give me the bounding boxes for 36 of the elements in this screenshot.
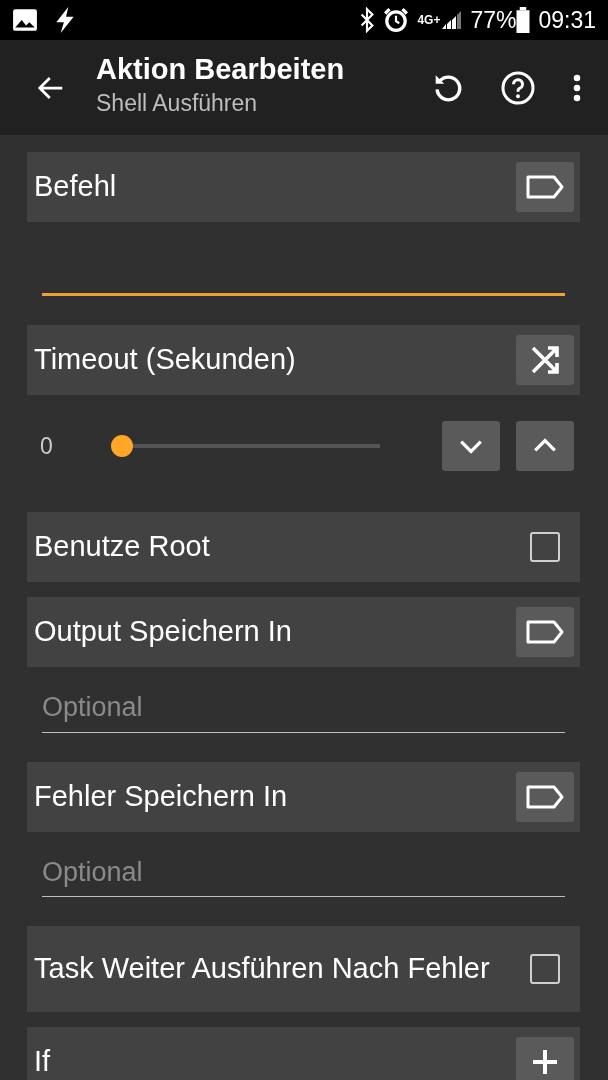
variable-button[interactable] bbox=[516, 162, 574, 212]
tag-icon[interactable] bbox=[525, 174, 565, 200]
network-label: 4G+ bbox=[417, 12, 441, 29]
clock-time: 09:31 bbox=[538, 5, 596, 35]
slider-thumb[interactable] bbox=[111, 435, 133, 457]
picture-icon bbox=[12, 8, 38, 32]
bluetooth-icon bbox=[359, 7, 376, 33]
tag-icon[interactable] bbox=[525, 619, 565, 645]
signal-icon bbox=[440, 9, 463, 31]
parameter-label: Fehler Speichern In bbox=[34, 780, 289, 813]
variable-button[interactable] bbox=[516, 607, 574, 657]
variable-button[interactable] bbox=[516, 771, 574, 822]
toolbar-title: Aktion Bearbeiten bbox=[96, 54, 346, 87]
parameter-label: Befehl bbox=[34, 171, 118, 203]
parameter-label: If bbox=[34, 1046, 52, 1078]
toolbar-subtitle: Shell Ausführen bbox=[96, 89, 259, 119]
decrease-button[interactable] bbox=[442, 421, 500, 471]
add-button[interactable] bbox=[516, 1037, 574, 1080]
help-icon[interactable] bbox=[500, 69, 536, 106]
alarm-icon bbox=[383, 7, 410, 33]
battery-icon bbox=[516, 7, 531, 33]
parameter-label: Output Speichern In bbox=[34, 616, 293, 648]
parameter-label: Task Weiter Ausführen Nach Fehler bbox=[34, 953, 491, 985]
battery-percentage: 77% bbox=[470, 5, 517, 35]
checkbox[interactable] bbox=[530, 532, 560, 562]
slider-value: 0 bbox=[40, 431, 54, 461]
bolt-icon bbox=[54, 7, 76, 33]
randomize-button[interactable] bbox=[516, 335, 574, 385]
checkbox[interactable] bbox=[530, 954, 560, 984]
more-icon[interactable] bbox=[572, 72, 582, 103]
input-field[interactable]: Optional bbox=[42, 685, 565, 733]
parameter-label: Timeout (Sekunden) bbox=[34, 344, 297, 376]
parameter-label: Benutze Root bbox=[34, 531, 211, 563]
increase-button[interactable] bbox=[516, 421, 574, 471]
input-field[interactable]: Optional bbox=[42, 849, 565, 897]
tag-icon[interactable] bbox=[525, 783, 565, 810]
